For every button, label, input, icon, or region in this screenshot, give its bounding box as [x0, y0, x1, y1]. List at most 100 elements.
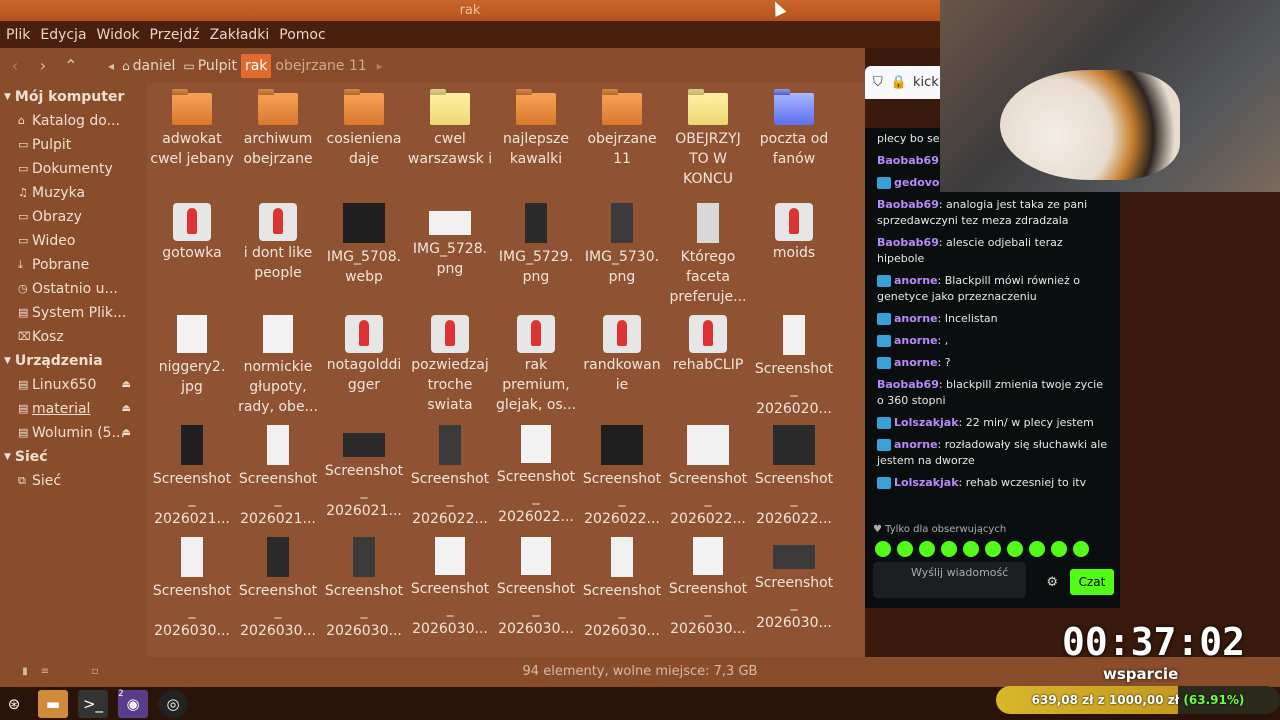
file-item[interactable]: Screenshot _ 2026021... [149, 425, 235, 529]
emote-icon[interactable] [1051, 541, 1067, 557]
file-item[interactable]: normickie głupoty, rady, obe... [235, 315, 321, 417]
emote-icon[interactable] [875, 541, 891, 557]
chat-username[interactable]: anorne [894, 312, 938, 325]
emote-icon[interactable] [1007, 541, 1023, 557]
menu-item[interactable]: Edycja [40, 27, 86, 43]
file-item[interactable]: Którego faceta preferuje... [665, 203, 751, 307]
file-item[interactable]: Screenshot _ 2026030... [149, 537, 235, 641]
terminal-icon[interactable]: >_ [78, 690, 108, 718]
places-toggle-icon[interactable]: ▮ [18, 664, 32, 680]
file-item[interactable]: niggery2. jpg [149, 315, 235, 397]
menu-item[interactable]: Plik [6, 27, 30, 43]
chat-message-input[interactable]: Wyślij wiadomość [873, 562, 1026, 598]
emote-icon[interactable] [1073, 541, 1089, 557]
file-item[interactable]: IMG_5708. webp [321, 203, 407, 287]
file-item[interactable]: Screenshot _ 2026022... [407, 425, 493, 529]
sidebar-item[interactable]: ♫ Muzyka [0, 181, 147, 205]
file-item[interactable]: Screenshot _ 2026021... [321, 425, 407, 521]
chat-username[interactable]: anorne [894, 274, 938, 287]
chat-username[interactable]: Baobab69 [877, 378, 939, 391]
file-item[interactable]: IMG_5728. png [407, 203, 493, 279]
folder-item[interactable]: OBEJRZYJ TO W KONCU [665, 93, 751, 189]
chat-username[interactable]: Baobab69 [877, 236, 939, 249]
breadcrumb-left-icon[interactable]: ◂ [104, 53, 118, 79]
file-item[interactable]: Screenshot _ 2026022... [665, 425, 751, 529]
emote-icon[interactable] [897, 541, 913, 557]
file-item[interactable]: pozwiedzaj troche swiata [407, 315, 493, 415]
up-arrow-icon[interactable]: ⌃ [58, 53, 84, 79]
chat-username[interactable]: Lolszakjak [894, 476, 959, 489]
folder-item[interactable]: cosieniena daje [321, 93, 407, 169]
file-item[interactable]: Screenshot _ 2026020... [751, 315, 837, 419]
file-item[interactable]: IMG_5729. png [493, 203, 579, 287]
file-item[interactable]: notagolddi gger [321, 315, 407, 395]
tree-toggle-icon[interactable]: ≡ [38, 664, 52, 680]
emote-icon[interactable] [963, 541, 979, 557]
file-item[interactable]: Screenshot _ 2026030... [235, 537, 321, 641]
file-item[interactable]: gotowka [149, 203, 235, 263]
folder-item[interactable]: archiwum obejrzane [235, 93, 321, 169]
sidebar-item[interactable]: ⤓ Pobrane [0, 253, 147, 277]
file-item[interactable]: Screenshot _ 2026030... [751, 537, 837, 633]
folder-item[interactable]: najlepsze kawalki [493, 93, 579, 169]
breadcrumb-item[interactable]: rak [240, 53, 272, 78]
sidebar-section-header[interactable]: ▼ Mój komputer [0, 85, 147, 109]
sidebar-item[interactable]: ▤ System Plik... [0, 301, 147, 325]
file-item[interactable]: randkowan ie [579, 315, 665, 395]
sidebar-item[interactable]: ◷ Ostatnio u... [0, 277, 147, 301]
sidebar-item[interactable]: ▭ Wideo [0, 229, 147, 253]
file-item[interactable]: Screenshot _ 2026030... [665, 537, 751, 639]
file-item[interactable]: Screenshot _ 2026030... [407, 537, 493, 639]
chat-username[interactable]: Lolszakjak [894, 416, 959, 429]
file-item[interactable]: Screenshot _ 2026022... [751, 425, 837, 529]
chat-username[interactable]: Baobab69 [877, 198, 939, 211]
menu-icon[interactable]: ⊛ [2, 690, 26, 718]
menu-item[interactable]: Widok [97, 27, 140, 43]
file-item[interactable]: i dont like people [235, 203, 321, 283]
file-item[interactable]: Screenshot _ 2026021... [235, 425, 321, 529]
file-item[interactable]: rehabCLIP [665, 315, 751, 375]
chat-username[interactable]: anorne [894, 334, 938, 347]
emote-icon[interactable] [919, 541, 935, 557]
gear-icon[interactable]: ⚙ [1046, 575, 1058, 590]
sidebar-item[interactable]: ▭ Obrazy [0, 205, 147, 229]
folder-item[interactable]: poczta od fanów [751, 93, 837, 169]
forward-arrow-icon[interactable]: › [30, 53, 56, 79]
browser-address-bar[interactable]: ⛉ 🔒 kick [865, 66, 945, 99]
menu-item[interactable]: Zakładki [210, 27, 270, 43]
sidebar-section-header[interactable]: ▼ Sieć [0, 445, 147, 469]
file-item[interactable]: moids [751, 203, 837, 263]
eject-icon[interactable]: ⏏ [122, 397, 131, 421]
back-arrow-icon[interactable]: ‹ [2, 53, 28, 79]
menu-item[interactable]: Pomoc [279, 27, 325, 43]
sidebar-item[interactable]: ▤ Wolumin (5... ⏏ [0, 421, 147, 445]
files-icon[interactable]: ▬ [38, 690, 68, 718]
obs-icon[interactable]: ◎ [158, 690, 188, 718]
file-item[interactable]: IMG_5730. png [579, 203, 665, 287]
folder-item[interactable]: adwokat cwel jebany [149, 93, 235, 169]
folder-item[interactable]: obejrzane 11 [579, 93, 665, 169]
file-item[interactable]: Screenshot _ 2026022... [493, 425, 579, 527]
chat-username[interactable]: anorne [894, 356, 938, 369]
sidebar-item[interactable]: ⌧ Kosz [0, 325, 147, 349]
menu-item[interactable]: Przejdź [150, 27, 200, 43]
file-item[interactable]: Screenshot _ 2026030... [579, 537, 665, 641]
sidebar-section-header[interactable]: ▼ Urządzenia [0, 349, 147, 373]
file-item[interactable]: rak premium, glejak, os... [493, 315, 579, 415]
sidebar-item[interactable]: ▤ material ⏏ [0, 397, 147, 421]
sidebar-item[interactable]: ▭ Dokumenty [0, 157, 147, 181]
folder-item[interactable]: cwel warszawsk i [407, 93, 493, 169]
file-item[interactable]: Screenshot _ 2026030... [321, 537, 407, 641]
chat-username[interactable]: anorne [894, 438, 938, 451]
emote-icon[interactable] [941, 541, 957, 557]
emote-icon[interactable] [1029, 541, 1045, 557]
breadcrumb-item[interactable]: ▭ Pulpit [179, 54, 241, 78]
file-item[interactable]: Screenshot _ 2026030... [493, 537, 579, 639]
sidebar-item[interactable]: ▭ Pulpit [0, 133, 147, 157]
sidebar-hide-icon[interactable]: ▫ [88, 664, 102, 680]
emote-icon[interactable] [985, 541, 1001, 557]
file-item[interactable]: Screenshot _ 2026022... [579, 425, 665, 529]
breadcrumb-right-icon[interactable]: ▸ [373, 53, 387, 79]
chat-username[interactable]: Baobab69 [877, 154, 939, 167]
sidebar-item[interactable]: ▤ Linux650 ⏏ [0, 373, 147, 397]
